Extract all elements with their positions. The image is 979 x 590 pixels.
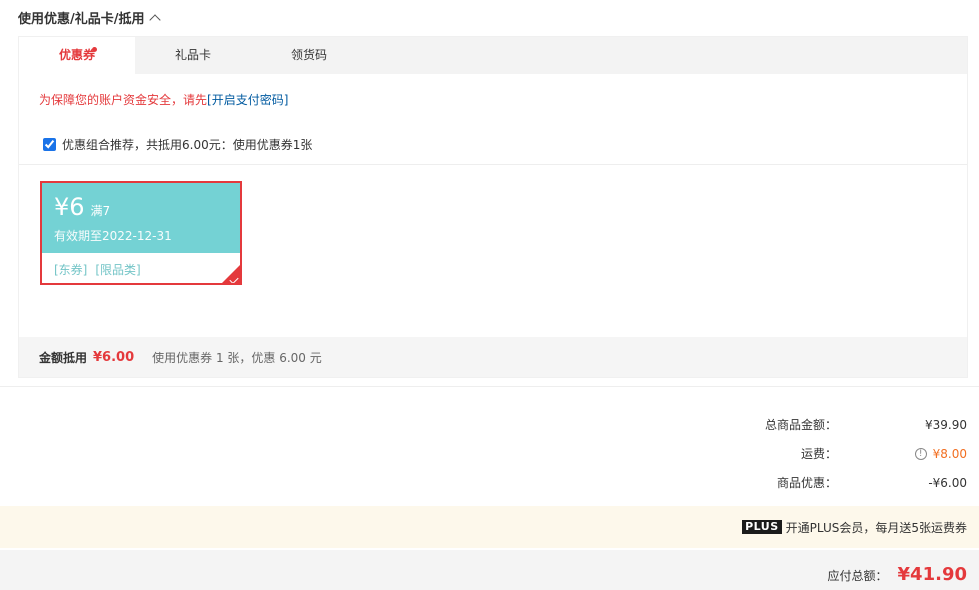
combo-label: 优惠组合推荐，共抵用6.00元：使用优惠券1张: [62, 138, 313, 152]
combo-checkbox[interactable]: [43, 138, 56, 151]
coupon-condition: 满7: [90, 204, 111, 218]
divider: [19, 164, 967, 165]
tab-coupons-label: 优惠券: [58, 48, 95, 62]
tab-gift-card-label: 礼品卡: [174, 48, 211, 62]
total-goods-value: ¥39.90: [925, 417, 967, 432]
freight-label: 运费：: [800, 447, 837, 461]
freight-value-wrap: ! ¥8.00: [837, 447, 967, 461]
enable-payment-password-link[interactable]: [开启支付密码]: [207, 93, 288, 107]
divider: [0, 386, 979, 387]
info-icon[interactable]: !: [914, 447, 927, 460]
section-title-text: 使用优惠/礼品卡/抵用: [18, 12, 145, 27]
tab-redeem-code-label: 领货码: [290, 48, 327, 62]
total-goods-row: 总商品金额： ¥39.90: [647, 410, 967, 439]
chevron-up-icon[interactable]: [148, 13, 161, 26]
coupon-value: ¥6: [54, 193, 85, 221]
warning-text: 为保障您的账户资金安全，请先: [39, 93, 208, 107]
discount-label: 商品优惠：: [776, 476, 837, 490]
order-totals: 总商品金额： ¥39.90 运费： ! ¥8.00 商品优惠： -¥6.00: [647, 410, 967, 497]
summary-description: 使用优惠券 1 张，优惠 6.00 元: [152, 350, 322, 365]
payable-bar: 应付总额： ¥41.90: [0, 550, 979, 590]
coupon-tag: [东券]: [54, 263, 88, 277]
coupon-tag: [限品类]: [95, 263, 141, 277]
section-title[interactable]: 使用优惠/礼品卡/抵用: [18, 8, 161, 27]
tab-gift-card[interactable]: 礼品卡: [135, 37, 251, 74]
coupon-tags: [东券] [限品类]: [42, 253, 240, 283]
plus-promo-bar[interactable]: PLUS 开通PLUS会员，每月送5张运费券: [0, 506, 979, 548]
plus-promo-text: 开通PLUS会员，每月送5张运费券: [785, 520, 967, 535]
tab-redeem-code[interactable]: 领货码: [251, 37, 367, 74]
coupon-expiry: 有效期至2022-12-31: [54, 229, 172, 243]
discount-summary: 金额抵用 ¥6.00 使用优惠券 1 张，优惠 6.00 元: [19, 337, 967, 377]
total-goods-label: 总商品金额：: [764, 418, 837, 432]
tab-bar: 优惠券 礼品卡 领货码: [19, 37, 967, 74]
payable-amount: ¥41.90: [897, 564, 967, 585]
security-warning: 为保障您的账户资金安全，请先[开启支付密码]: [39, 91, 288, 108]
plus-badge: PLUS: [742, 520, 782, 534]
notification-dot: [92, 47, 97, 52]
freight-row: 运费： ! ¥8.00: [647, 439, 967, 468]
discount-value: -¥6.00: [928, 475, 967, 490]
payable-label: 应付总额：: [827, 569, 888, 583]
freight-value: ¥8.00: [932, 446, 967, 461]
tab-coupons[interactable]: 优惠券: [19, 37, 135, 74]
summary-label: 金额抵用: [39, 350, 88, 365]
combo-recommendation[interactable]: 优惠组合推荐，共抵用6.00元：使用优惠券1张: [43, 136, 312, 153]
coupon-header: ¥6 满7 有效期至2022-12-31: [42, 183, 240, 253]
summary-amount: ¥6.00: [93, 349, 135, 365]
discount-row: 商品优惠： -¥6.00: [647, 468, 967, 497]
coupon-card[interactable]: ¥6 满7 有效期至2022-12-31 [东券] [限品类]: [40, 181, 242, 285]
coupon-panel: 优惠券 礼品卡 领货码 为保障您的账户资金安全，请先[开启支付密码] 优惠组合推…: [18, 36, 968, 378]
